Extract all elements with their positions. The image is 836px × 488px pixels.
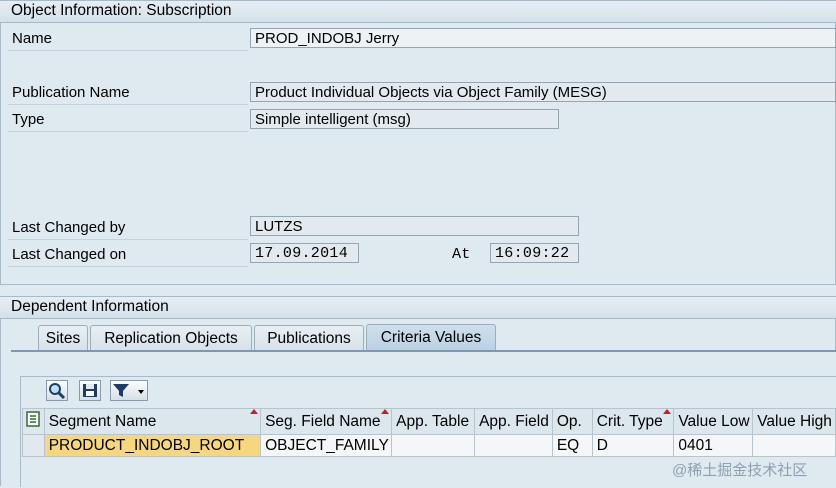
layout-icon [26,411,40,427]
cell-crit-type[interactable]: D [591,434,675,457]
tab-sites[interactable]: Sites [38,325,88,351]
sort-marker-icon [381,409,390,414]
cell-segment-name[interactable]: PRODUCT_INDOBJ_ROOT [43,434,262,457]
cell-seg-field-name[interactable]: OBJECT_FAMILY [260,434,393,457]
row-selector[interactable] [22,434,45,457]
column-header-value-high[interactable]: Value High [752,408,836,435]
cell-value-low[interactable]: 0401 [673,434,754,457]
column-header-app-field[interactable]: App. Field [474,408,553,435]
cell-op[interactable]: EQ [551,434,593,457]
table-header-row: Segment Name Seg. Field Name App. Table … [22,408,836,435]
select-all-cell[interactable] [22,408,45,435]
name-label: Name [12,30,53,47]
divider [8,266,248,267]
filter-button[interactable] [110,380,148,401]
publication-name-field[interactable]: Product Individual Objects via Object Fa… [250,82,836,102]
dependent-info-title: Dependent Information [11,298,169,315]
column-header-op[interactable]: Op. [551,408,593,435]
cell-value-high[interactable] [752,434,836,457]
column-header-app-table[interactable]: App. Table [391,408,476,435]
find-icon [49,383,66,400]
divider [8,50,248,51]
column-header-crit-type[interactable]: Crit. Type [591,408,675,435]
last-changed-by-label: Last Changed by [12,219,126,236]
divider [8,104,248,105]
at-label: At [452,246,471,263]
watermark: @稀土掘金技术社区 [672,462,808,479]
dependent-info-header: Dependent Information [0,296,836,319]
column-header-seg-field-name[interactable]: Seg. Field Name [260,408,393,435]
criteria-values-table: Segment Name Seg. Field Name App. Table … [22,408,836,457]
cell-app-field[interactable] [474,434,553,457]
divider [8,239,248,240]
divider [8,131,248,132]
last-changed-on-field[interactable]: 17.09.2014 [250,243,359,263]
find-button[interactable] [46,380,68,401]
filter-icon [113,384,144,397]
last-changed-by-field[interactable]: LUTZS [250,216,579,236]
object-info-title: Object Information: Subscription [11,2,232,19]
publication-name-label: Publication Name [12,84,130,101]
name-field[interactable]: PROD_INDOBJ Jerry [250,28,836,48]
type-label: Type [12,111,45,128]
tab-criteria-values[interactable]: Criteria Values [366,324,496,351]
object-info-header: Object Information: Subscription [0,0,836,23]
column-header-value-low[interactable]: Value Low [673,408,754,435]
column-header-segment-name[interactable]: Segment Name [43,408,262,435]
save-layout-icon [83,384,97,397]
tab-publications[interactable]: Publications [254,325,364,351]
dropdown-arrow-icon [138,390,144,394]
cell-app-table[interactable] [391,434,476,457]
table-row[interactable]: PRODUCT_INDOBJ_ROOT OBJECT_FAMILY EQ D 0… [22,434,836,457]
type-field[interactable]: Simple intelligent (msg) [250,109,559,129]
last-changed-on-label: Last Changed on [12,246,127,263]
tab-replication-objects[interactable]: Replication Objects [90,325,252,351]
sort-marker-icon [250,409,259,414]
save-layout-button[interactable] [79,380,101,401]
at-time-field[interactable]: 16:09:22 [490,243,579,263]
sort-marker-icon [663,409,672,414]
